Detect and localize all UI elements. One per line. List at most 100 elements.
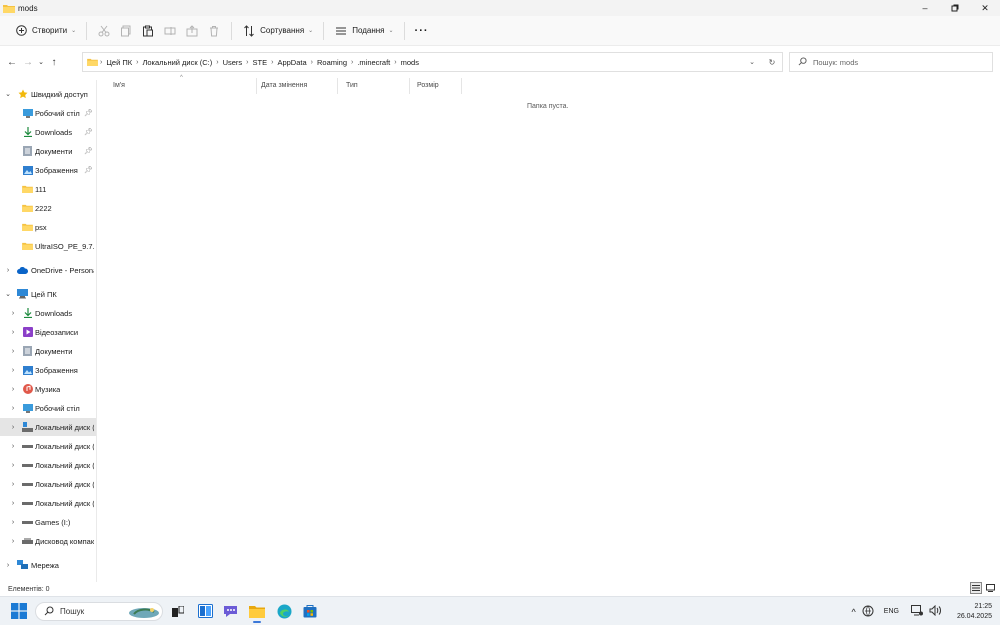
column-header-date-modified[interactable]: Дата змінення — [245, 76, 331, 94]
sidebar-item-folder-111[interactable]: 111 — [0, 180, 96, 198]
breadcrumb-item[interactable]: Users — [219, 58, 247, 67]
sidebar-item-pc-pictures[interactable]: › Зображення — [0, 361, 96, 379]
column-header-name[interactable]: Ім'я ^ — [97, 75, 257, 94]
chevron-right-icon[interactable]: › — [8, 519, 18, 526]
sidebar-item-pictures[interactable]: Зображення 📌︎ — [0, 161, 96, 179]
share-button[interactable] — [181, 21, 203, 41]
paste-button[interactable] — [137, 21, 159, 41]
sidebar-item-documents[interactable]: Документи 📌︎ — [0, 142, 96, 160]
chevron-right-icon[interactable]: › — [8, 424, 18, 431]
address-bar[interactable]: › Цей ПК › Локальний диск (C:) › Users ›… — [82, 52, 783, 72]
teams-chat-icon[interactable] — [222, 603, 238, 619]
forward-arrow-icon[interactable]: → — [20, 53, 36, 71]
sort-button[interactable]: Сортування ⌄ — [238, 21, 317, 41]
sidebar-item-cd-drive[interactable]: › Дисковод компакт-дисків — [0, 532, 96, 550]
sidebar-item-network[interactable]: › Мережа — [0, 556, 96, 574]
chevron-right-icon[interactable]: › — [8, 310, 18, 317]
chevron-right-icon[interactable]: › — [8, 405, 18, 412]
chevron-right-icon[interactable]: › — [8, 500, 18, 507]
sidebar-item-label: 111 — [35, 184, 47, 194]
edge-browser-icon[interactable] — [276, 603, 292, 619]
back-arrow-icon[interactable]: ← — [4, 53, 20, 71]
chevron-right-icon[interactable]: › — [8, 481, 18, 488]
vpn-shield-icon[interactable] — [862, 605, 874, 619]
microsoft-store-icon[interactable] — [302, 603, 318, 619]
sidebar-item-drive-d[interactable]: › Локальний диск (D:) — [0, 437, 96, 455]
sidebar-item-label: Робочий стіл — [35, 403, 80, 413]
breadcrumb-item[interactable]: .minecraft — [353, 58, 394, 67]
close-button[interactable]: ✕ — [970, 0, 1000, 16]
sidebar-item-label: Швидкий доступ — [31, 89, 88, 99]
delete-button[interactable] — [203, 21, 225, 41]
chevron-up-icon[interactable]: ^ — [852, 607, 856, 617]
chevron-right-icon[interactable]: › — [8, 329, 18, 336]
cut-button[interactable] — [93, 21, 115, 41]
sidebar-item-drive-e[interactable]: › Локальний диск (E:) — [0, 456, 96, 474]
chevron-right-icon[interactable]: › — [3, 267, 13, 274]
minimize-button[interactable]: – — [910, 0, 940, 16]
sidebar-item-videos[interactable]: › Відеозаписи — [0, 323, 96, 341]
details-view-icon[interactable] — [970, 582, 982, 594]
search-input[interactable]: Пошук: mods — [789, 52, 993, 72]
breadcrumb-item[interactable]: STE — [249, 58, 272, 67]
sidebar-item-this-pc[interactable]: ⌄ Цей ПК — [0, 285, 96, 303]
chevron-right-icon[interactable]: › — [8, 367, 18, 374]
file-list-view[interactable]: Ім'я ^ Дата змінення Тип Розмір Папка пу… — [97, 75, 1000, 582]
sidebar-item-drive-games[interactable]: › Games (I:) — [0, 513, 96, 531]
windows-start-icon[interactable] — [11, 603, 27, 619]
widgets-icon[interactable] — [197, 603, 213, 619]
more-icon: ··· — [414, 24, 429, 37]
sidebar-item-drive-f[interactable]: › Локальний диск (F:) — [0, 475, 96, 493]
column-header-type[interactable]: Тип — [330, 76, 401, 94]
breadcrumb-item[interactable]: Цей ПК — [102, 58, 136, 67]
column-header-size[interactable]: Розмір — [401, 76, 461, 94]
more-options-button[interactable]: ··· — [411, 21, 433, 41]
chevron-down-icon[interactable]: ⌄ — [3, 290, 13, 298]
sidebar-item-pc-downloads[interactable]: › Downloads — [0, 304, 96, 322]
copy-button[interactable] — [115, 21, 137, 41]
create-button[interactable]: Створити ⌄ — [10, 21, 80, 41]
sidebar-item-music[interactable]: › Музика — [0, 380, 96, 398]
up-arrow-icon[interactable]: ↑ — [46, 53, 62, 71]
sidebar-item-pc-desktop[interactable]: › Робочий стіл — [0, 399, 96, 417]
desktop-icon — [22, 108, 33, 119]
chevron-right-icon[interactable]: › — [8, 443, 18, 450]
address-history-chevron-icon[interactable]: ⌄ — [742, 58, 762, 66]
sidebar-item-folder-ultraiso[interactable]: UltraISO_PE_9.7.6.3 — [0, 237, 96, 255]
refresh-icon[interactable]: ↻ — [762, 58, 782, 67]
breadcrumb-item[interactable]: Локальний диск (C:) — [138, 58, 216, 67]
chevron-down-icon[interactable]: ⌄ — [3, 90, 13, 98]
view-button[interactable]: Подання ⌄ — [330, 21, 397, 41]
file-explorer-icon[interactable] — [249, 603, 265, 623]
tiles-view-icon[interactable] — [984, 582, 996, 594]
drive-icon — [22, 441, 33, 452]
breadcrumb-item-current[interactable]: mods — [397, 58, 423, 67]
chevron-right-icon[interactable]: › — [8, 386, 18, 393]
sidebar-item-folder-psx[interactable]: psx — [0, 218, 96, 236]
chevron-right-icon[interactable]: › — [8, 462, 18, 469]
maximize-button[interactable] — [940, 0, 970, 16]
sidebar-item-pc-documents[interactable]: › Документи — [0, 342, 96, 360]
recent-locations-chevron-icon[interactable]: ⌄ — [36, 53, 46, 71]
column-divider[interactable] — [461, 78, 462, 94]
sidebar-item-quick-access[interactable]: ⌄ Швидкий доступ — [0, 85, 96, 103]
taskbar-search[interactable]: Пошук — [35, 602, 163, 621]
clock[interactable]: 21:25 26.04.2025 — [957, 602, 992, 622]
language-indicator[interactable]: ENG — [884, 608, 899, 615]
sidebar-item-desktop[interactable]: Робочий стіл 📌︎ — [0, 104, 96, 122]
breadcrumb-item[interactable]: Roaming — [313, 58, 351, 67]
clock-date: 26.04.2025 — [956, 612, 992, 620]
chevron-right-icon[interactable]: › — [3, 562, 13, 569]
breadcrumb-item[interactable]: AppData — [273, 58, 310, 67]
task-view-icon[interactable] — [170, 603, 186, 619]
sidebar-item-onedrive[interactable]: › OneDrive - Personal — [0, 261, 96, 279]
rename-button[interactable] — [159, 21, 181, 41]
sidebar-item-drive-c[interactable]: › Локальний диск (C:) — [0, 418, 96, 436]
sidebar-item-folder-2222[interactable]: 2222 — [0, 199, 96, 217]
volume-icon[interactable] — [929, 604, 941, 618]
chevron-right-icon[interactable]: › — [8, 538, 18, 545]
chevron-right-icon[interactable]: › — [8, 348, 18, 355]
sidebar-item-downloads[interactable]: Downloads 📌︎ — [0, 123, 96, 141]
network-status-icon[interactable] — [910, 605, 923, 618]
sidebar-item-drive-g[interactable]: › Локальний диск (G:) — [0, 494, 96, 512]
